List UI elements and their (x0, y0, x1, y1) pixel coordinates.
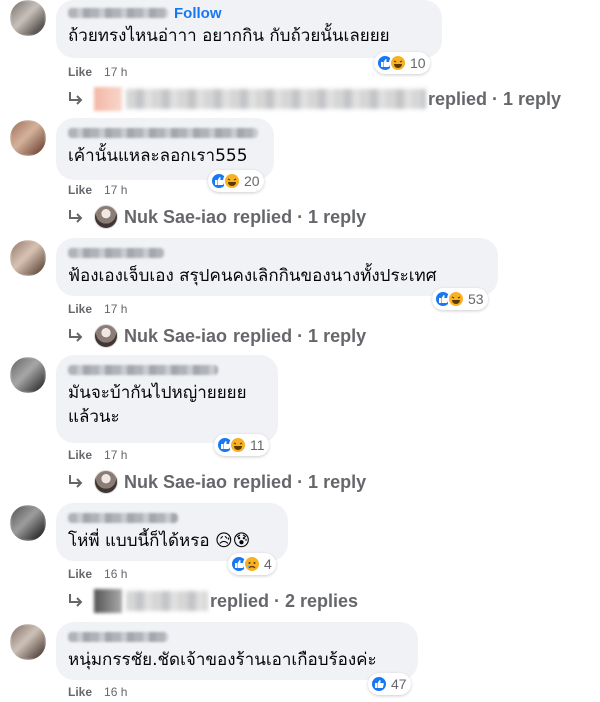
follow-link[interactable]: Follow (174, 5, 222, 22)
replies-label: replied · 1 reply (233, 325, 367, 346)
commenter-avatar[interactable] (10, 240, 46, 276)
comment-bubble: Follow ถ้วยทรงไหนอ่าาา อยากกิน กับถ้วยนั… (56, 0, 442, 58)
timestamp[interactable]: 17 h (104, 448, 127, 462)
replier-avatar-blurred (94, 87, 122, 111)
comment-meta: Like 16 h (68, 567, 127, 581)
replier-avatar-blurred (94, 589, 122, 613)
replier-avatar (94, 470, 118, 494)
replies-label: replied · 1 reply (233, 471, 367, 492)
haha-reaction-icon (229, 436, 247, 454)
commenter-avatar[interactable] (10, 0, 46, 36)
replier-name[interactable]: Nuk Sae-iao (124, 326, 227, 347)
commenter-avatar[interactable] (10, 624, 46, 660)
timestamp[interactable]: 17 h (104, 302, 127, 316)
haha-reaction-icon (389, 54, 407, 72)
comment-meta: Like 17 h (68, 302, 127, 316)
reaction-summary[interactable]: 4 (228, 553, 276, 575)
comment-text: โห่พี่ แบบนี้ก็ได้หรอ 😥😰 (68, 531, 251, 551)
commenter-name-blurred[interactable] (68, 128, 258, 138)
reply-arrow-icon (69, 594, 83, 607)
comment-bubble: มันจะบ้ากันไปหญ่ายยยย แล้วนะ (56, 355, 278, 443)
replier-avatar (94, 324, 118, 348)
reaction-summary[interactable]: 53 (432, 288, 488, 310)
reply-arrow-icon (69, 92, 83, 105)
replies-label: replied · 2 replies (210, 590, 359, 611)
reaction-summary[interactable]: 47 (368, 673, 411, 695)
reaction-count: 20 (244, 173, 260, 189)
commenter-name-blurred[interactable] (68, 8, 168, 18)
comment-text: มันจะบ้ากันไปหญ่ายยยย แล้วนะ (68, 383, 247, 427)
haha-reaction-icon (223, 172, 241, 190)
comment-meta: Like 17 h (68, 183, 127, 197)
reaction-summary[interactable]: 10 (374, 52, 430, 74)
comment-text: เค้านั้นแหละลอกเรา555 (68, 146, 248, 166)
reaction-count: 4 (264, 556, 272, 572)
comment-meta: Like 17 h (68, 65, 127, 79)
comment-text: ถ้วยทรงไหนอ่าาา อยากกิน กับถ้วยนั้นเลยยย (68, 26, 390, 46)
view-replies[interactable]: Nuk Sae-iao replied · 1 reply (66, 468, 366, 496)
like-button[interactable]: Like (68, 65, 92, 79)
comment-bubble: หนุ่มกรรชัย.ชัดเจ้าของร้านเอาเกือบร้องค่… (56, 622, 418, 680)
comment-text: ฟ้องเองเจ็บเอง สรุปคนคงเลิกกินของนางทั้ง… (68, 266, 437, 286)
sad-reaction-icon (243, 555, 261, 573)
replier-avatar (94, 205, 118, 229)
like-button[interactable]: Like (68, 685, 92, 699)
view-replies[interactable]: replied · 1 reply (66, 85, 561, 113)
reply-arrow-icon (69, 210, 83, 223)
reaction-summary[interactable]: 11 (214, 434, 269, 456)
commenter-name-blurred[interactable] (68, 513, 178, 523)
replies-label: replied · 1 reply (428, 88, 562, 109)
reaction-count: 10 (410, 55, 426, 71)
commenter-avatar[interactable] (10, 505, 46, 541)
commenter-avatar[interactable] (10, 120, 46, 156)
reaction-count: 47 (391, 676, 407, 692)
replier-name[interactable]: Nuk Sae-iao (124, 472, 227, 493)
timestamp[interactable]: 17 h (104, 183, 127, 197)
haha-reaction-icon (447, 290, 465, 308)
comment-meta: Like 17 h (68, 448, 127, 462)
like-button[interactable]: Like (68, 183, 92, 197)
comment-bubble: ฟ้องเองเจ็บเอง สรุปคนคงเลิกกินของนางทั้ง… (56, 238, 498, 296)
like-button[interactable]: Like (68, 448, 92, 462)
commenter-name-blurred[interactable] (68, 248, 164, 258)
replier-name[interactable]: Nuk Sae-iao (124, 207, 227, 228)
view-replies[interactable]: Nuk Sae-iao replied · 1 reply (66, 322, 366, 350)
commenter-name-blurred[interactable] (68, 632, 168, 642)
reply-arrow-icon (69, 475, 83, 488)
replier-name-blurred (126, 591, 208, 611)
commenter-avatar[interactable] (10, 357, 46, 393)
comment-text: หนุ่มกรรชัย.ชัดเจ้าของร้านเอาเกือบร้องค่… (68, 650, 377, 670)
comment-meta: Like 16 h (68, 685, 127, 699)
replier-name-blurred (126, 89, 426, 109)
like-reaction-icon (370, 675, 388, 693)
timestamp[interactable]: 16 h (104, 685, 127, 699)
like-button[interactable]: Like (68, 302, 92, 316)
like-button[interactable]: Like (68, 567, 92, 581)
view-replies[interactable]: replied · 2 replies (66, 587, 358, 615)
timestamp[interactable]: 16 h (104, 567, 127, 581)
reaction-summary[interactable]: 20 (208, 170, 264, 192)
replies-label: replied · 1 reply (233, 206, 367, 227)
reply-arrow-icon (69, 329, 83, 342)
reaction-count: 53 (468, 291, 484, 307)
commenter-name-blurred[interactable] (68, 365, 218, 375)
reaction-count: 11 (250, 437, 265, 453)
timestamp[interactable]: 17 h (104, 65, 127, 79)
view-replies[interactable]: Nuk Sae-iao replied · 1 reply (66, 203, 366, 231)
